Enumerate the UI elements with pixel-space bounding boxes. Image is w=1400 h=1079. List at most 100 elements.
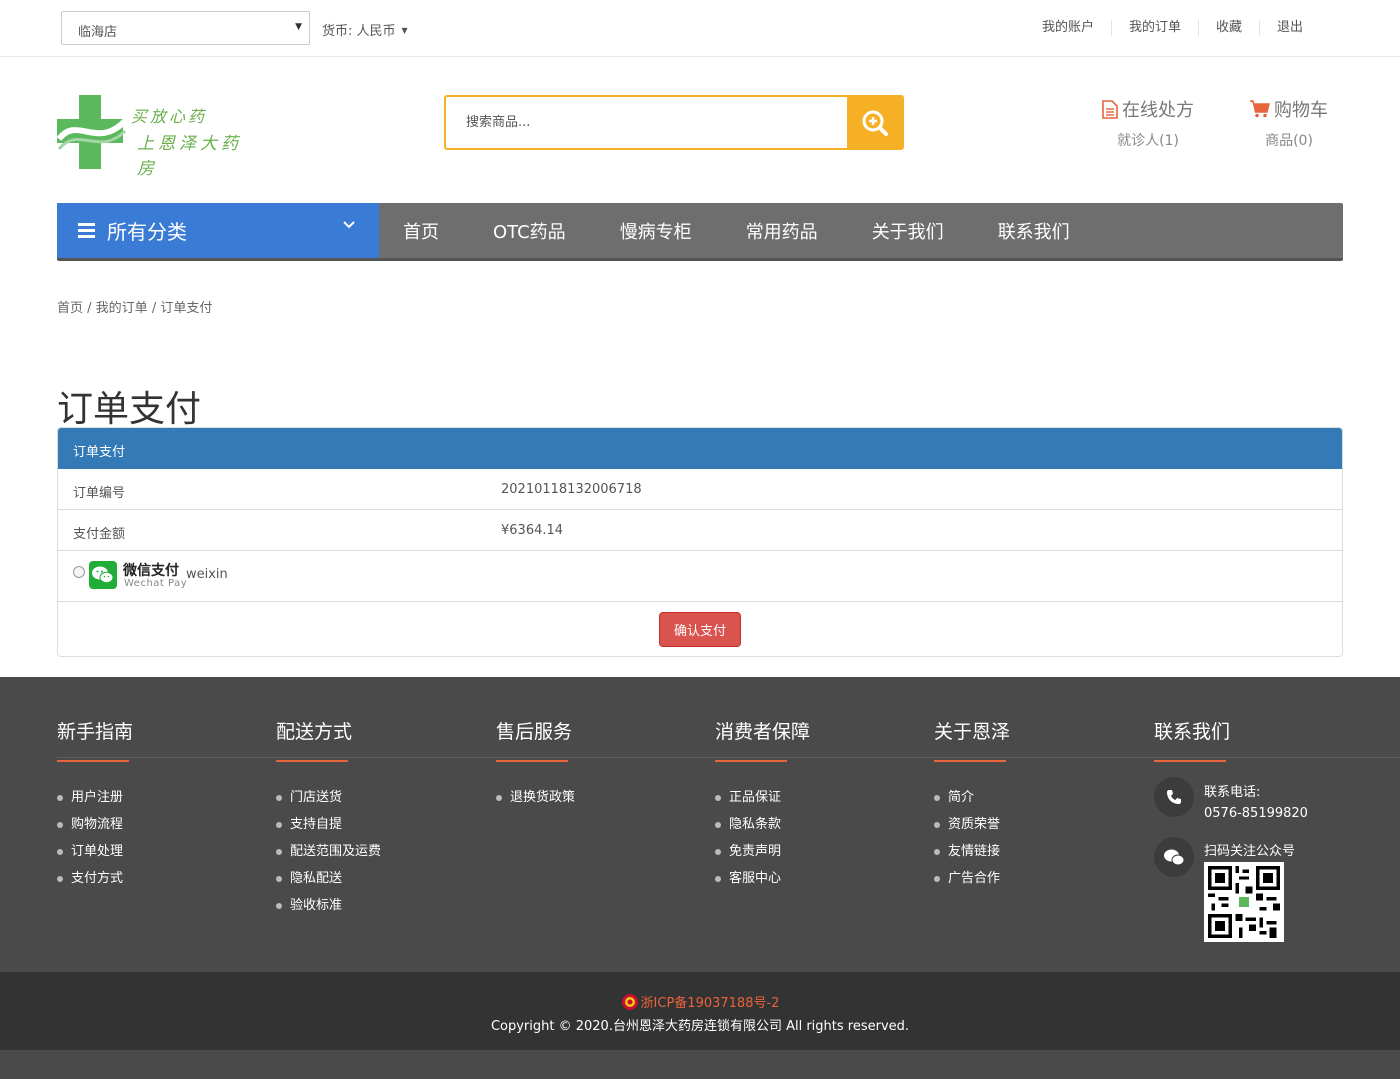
order-number-value: 20210118132006718 [501,482,642,497]
chevron-down-icon [343,221,355,229]
wechat-pay-radio[interactable] [73,566,85,578]
footer-col-title: 新手指南 [57,717,133,762]
wechat-qr-code [1204,862,1284,942]
phone-icon [1154,777,1194,817]
footer-link[interactable]: 验收标准 [276,892,381,919]
breadcrumb: 首页 / 我的订单 / 订单支付 [57,301,213,316]
page-title: 订单支付 [57,389,202,430]
search-bar [444,95,904,150]
currency-label: 货币: 人民币 [322,24,396,39]
footer-link[interactable]: 隐私条款 [715,811,810,838]
footer-link[interactable]: 订单处理 [57,838,133,865]
footer-link[interactable]: 免责声明 [715,838,810,865]
nav-contact[interactable]: 联系我们 [998,218,1070,244]
order-number-label: 订单编号 [73,486,126,501]
currency-dropdown[interactable]: 货币: 人民币 ▼ [322,20,408,39]
footer-link[interactable]: 退换货政策 [496,784,575,811]
nav-about[interactable]: 关于我们 [872,218,944,244]
wechat-icon [1154,837,1194,877]
logo-slogan-line2: 上恩泽大药房 [137,134,242,179]
nav-otc[interactable]: OTC药品 [493,218,566,244]
nav-chronic[interactable]: 慢病专柜 [620,218,692,244]
page-bottom-band [0,1050,1400,1079]
wechat-pay-code: weixin [186,567,228,582]
confirm-payment-button[interactable]: 确认支付 [659,612,741,647]
prescription-title: 在线处方 [1122,100,1194,121]
logo-slogan-line1: 买放心药 [131,107,208,126]
footer-link[interactable]: 支持自提 [276,811,381,838]
search-icon [862,110,888,136]
breadcrumb-home[interactable]: 首页 [57,301,83,316]
nav-common-drugs[interactable]: 常用药品 [746,218,818,244]
footer-link[interactable]: 用户注册 [57,784,133,811]
cart-title: 购物车 [1274,100,1328,121]
nav-links: 首页 OTC药品 慢病专柜 常用药品 关于我们 联系我们 [403,203,1124,258]
police-badge-icon [621,993,638,1010]
footer: 新手指南 用户注册 购物流程 订单处理 支付方式 配送方式 门店送货 支持自提 … [0,677,1400,972]
wechat-pay-option[interactable]: 微信支付 Wechat Pay weixin [58,551,1342,602]
footer-link[interactable]: 购物流程 [57,811,133,838]
footer-col-delivery: 配送方式 门店送货 支持自提 配送范围及运费 隐私配送 验收标准 [276,717,381,919]
wechat-pay-title: 微信支付 [123,563,179,579]
caret-down-icon: ▼ [401,26,408,35]
main-nav: 所有分类 首页 OTC药品 慢病专柜 常用药品 关于我们 联系我们 [57,203,1343,261]
wechat-pay-subtitle: Wechat Pay [124,578,188,589]
footer-col-title: 联系我们 [1154,717,1230,762]
panel-heading: 订单支付 [58,428,1342,469]
footer-link[interactable]: 支付方式 [57,865,133,892]
my-account-link[interactable]: 我的账户 [1025,20,1111,36]
logo-cross-icon [57,95,127,169]
footer-link[interactable]: 隐私配送 [276,865,381,892]
copyright-text: Copyright © 2020.台州恩泽大药房连锁有限公司 All right… [490,1019,910,1034]
amount-value: ¥6364.14 [501,523,564,538]
all-categories-label: 所有分类 [107,220,187,244]
footer-link[interactable]: 简介 [934,784,1010,811]
icp-record[interactable]: 浙ICP备19037188号-2 [0,992,1400,1011]
all-categories-button[interactable]: 所有分类 [57,203,379,258]
phone-number: 0576-85199820 [1204,806,1308,821]
logo[interactable]: 买放心药 上恩泽大药房 [57,95,257,179]
footer-col-contact: 联系我们 [1154,717,1230,762]
footer-col-consumer: 消费者保障 正品保证 隐私条款 免责声明 客服中心 [715,717,810,892]
footer-col-title: 关于恩泽 [934,717,1010,762]
breadcrumb-orders[interactable]: 我的订单 [96,301,148,316]
icp-number: 浙ICP备19037188号-2 [640,996,780,1011]
footer-col-title: 配送方式 [276,717,381,762]
document-icon [1102,99,1118,119]
nav-home[interactable]: 首页 [403,218,439,244]
store-select-value: 临海店 [78,25,118,40]
footer-col-aftersales: 售后服务 退换货政策 [496,717,575,811]
footer-link[interactable]: 友情链接 [934,838,1010,865]
footer-col-about: 关于恩泽 简介 资质荣誉 友情链接 广告合作 [934,717,1010,892]
payment-panel: 订单支付 订单编号 20210118132006718 支付金额 ¥6364.1… [57,427,1343,657]
favorites-link[interactable]: 收藏 [1197,20,1259,36]
footer-col-title: 消费者保障 [715,717,810,762]
cart-count: 商品(0) [1265,133,1313,149]
phone-label: 联系电话: [1204,785,1261,800]
online-prescription[interactable]: 在线处方 就诊人(1) [1100,96,1196,150]
chevron-down-icon: ▼ [295,22,302,32]
wechat-icon [89,561,117,589]
footer-link[interactable]: 门店送货 [276,784,381,811]
cart-icon [1250,100,1270,118]
footer-link[interactable]: 正品保证 [715,784,810,811]
patient-count: 就诊人(1) [1117,133,1179,149]
footer-link[interactable]: 广告合作 [934,865,1010,892]
search-input[interactable] [446,97,848,148]
footer-link[interactable]: 资质荣誉 [934,811,1010,838]
wechat-qr-label: 扫码关注公众号 [1204,844,1296,859]
copyright-bar: 浙ICP备19037188号-2 Copyright © 2020.台州恩泽大药… [0,972,1400,1050]
top-bar: 临海店 ▼ 货币: 人民币 ▼ 我的账户 我的订单 收藏 退出 [0,0,1400,57]
my-orders-link[interactable]: 我的订单 [1110,20,1198,36]
shopping-cart[interactable]: 购物车 商品(0) [1248,96,1330,150]
breadcrumb-current: 订单支付 [160,301,213,316]
footer-link[interactable]: 配送范围及运费 [276,838,381,865]
footer-col-title: 售后服务 [496,717,575,762]
footer-col-guide: 新手指南 用户注册 购物流程 订单处理 支付方式 [57,717,133,892]
store-select[interactable]: 临海店 ▼ [61,11,310,45]
menu-icon [78,223,95,238]
logout-link[interactable]: 退出 [1258,20,1320,36]
search-button[interactable] [847,97,902,148]
amount-row: 支付金额 ¥6364.14 [58,510,1342,551]
footer-link[interactable]: 客服中心 [715,865,810,892]
